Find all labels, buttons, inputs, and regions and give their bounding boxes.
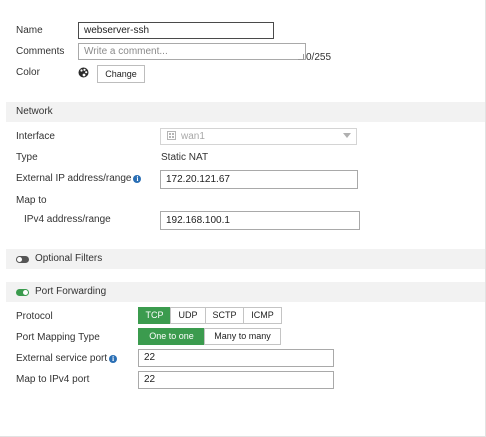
change-color-button[interactable]: Change (97, 65, 145, 83)
network-section-header: Network (6, 102, 485, 122)
port-mapping-type-label: Port Mapping Type (16, 332, 100, 343)
resize-handle-icon[interactable] (298, 54, 304, 60)
protocol-option-icmp[interactable]: ICMP (243, 307, 282, 324)
map-port-input[interactable]: 22 (138, 371, 334, 389)
type-label: Type (16, 152, 38, 163)
interface-label: Interface (16, 131, 55, 142)
port-mapping-selector: One to one Many to many (138, 328, 281, 345)
mapping-option-many-to-many[interactable]: Many to many (204, 328, 281, 345)
port-forwarding-header: Port Forwarding (6, 282, 485, 302)
external-ip-label-text: External IP address/range (16, 173, 132, 184)
external-ip-label: External IP address/range i (16, 173, 142, 184)
comments-label: Comments (16, 46, 65, 57)
map-to-label: Map to (16, 195, 47, 206)
ipv4-range-label: IPv4 address/range (24, 214, 111, 225)
optional-filters-title: Optional Filters (35, 253, 103, 264)
port-forwarding-title: Port Forwarding (35, 286, 107, 297)
protocol-label: Protocol (16, 311, 53, 322)
external-port-input[interactable]: 22 (138, 349, 334, 367)
protocol-option-udp[interactable]: UDP (170, 307, 206, 324)
palette-icon (78, 67, 89, 78)
mapping-option-one-to-one[interactable]: One to one (138, 328, 205, 345)
protocol-option-tcp[interactable]: TCP (138, 307, 171, 324)
port-forwarding-toggle[interactable] (16, 289, 29, 296)
protocol-selector: TCP UDP SCTP ICMP (138, 307, 282, 324)
optional-filters-toggle[interactable] (16, 256, 29, 263)
info-icon[interactable]: i (109, 355, 118, 363)
color-label: Color (16, 67, 40, 78)
external-ip-input[interactable]: 172.20.121.67 (160, 170, 358, 189)
info-icon[interactable]: i (133, 175, 142, 183)
type-value: Static NAT (161, 152, 209, 163)
external-port-label: External service port i (16, 353, 118, 364)
name-label: Name (16, 25, 43, 36)
comments-textarea[interactable]: Write a comment... (78, 43, 306, 60)
network-section-title: Network (16, 106, 53, 117)
comments-counter: 0/255 (306, 52, 332, 63)
optional-filters-header: Optional Filters (6, 249, 485, 269)
name-input[interactable]: webserver-ssh (78, 22, 274, 39)
interface-select[interactable]: wan1 (160, 128, 357, 145)
map-port-label: Map to IPv4 port (16, 374, 90, 385)
external-port-label-text: External service port (16, 353, 108, 364)
protocol-option-sctp[interactable]: SCTP (205, 307, 244, 324)
chevron-down-icon (343, 133, 351, 138)
interface-value: wan1 (181, 131, 205, 142)
ipv4-range-input[interactable]: 192.168.100.1 (160, 211, 360, 230)
interface-port-icon (167, 131, 176, 140)
